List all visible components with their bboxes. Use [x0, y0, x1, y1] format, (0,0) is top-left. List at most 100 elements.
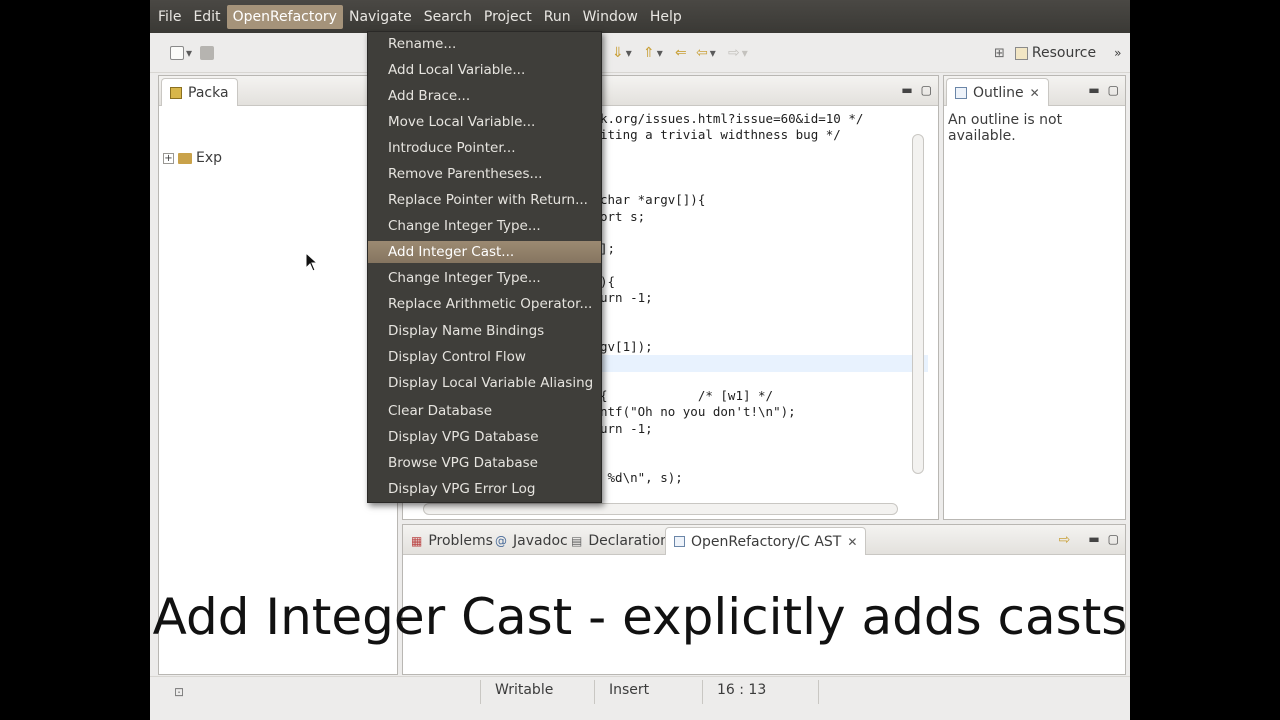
outline-tab-label: Outline	[973, 84, 1024, 101]
tab-label: Javadoc	[513, 533, 568, 549]
expand-icon[interactable]: +	[163, 152, 174, 164]
menu-help[interactable]: Help	[644, 5, 688, 29]
menu-item-browse-vpg-database[interactable]: Browse VPG Database	[368, 452, 601, 474]
at-icon: @	[495, 534, 507, 548]
menu-item-display-vpg-database[interactable]: Display VPG Database	[368, 426, 601, 448]
tree-item-label: Exp	[196, 150, 223, 166]
resource-perspective-button[interactable]: ⊞ Resource »	[994, 41, 1121, 65]
menu-item-move-local-variable[interactable]: Move Local Variable...	[368, 111, 601, 133]
horizontal-scrollbar[interactable]	[423, 503, 898, 515]
status-cursor-position: 16 : 13	[717, 682, 767, 698]
minimize-icon[interactable]: ▬	[901, 83, 912, 97]
menu-item-add-brace[interactable]: Add Brace...	[368, 85, 601, 107]
status-bar: ⊡ Writable Insert 16 : 13	[150, 676, 1130, 706]
tab-openrefactory-ast[interactable]: OpenRefactory/C AST ✕	[665, 527, 867, 555]
new-wizard-button[interactable]: ▾	[170, 44, 192, 62]
menu-item-add-local-variable[interactable]: Add Local Variable...	[368, 59, 601, 81]
status-separator	[594, 680, 595, 704]
tab-package-explorer[interactable]: Packa	[161, 78, 238, 106]
outline-message: An outline is not available.	[948, 112, 1063, 144]
forward-button[interactable]: ⇨ ▾	[728, 44, 748, 62]
dropdown-arrow-icon: ▾	[741, 46, 748, 60]
dropdown-arrow-icon: ▾	[709, 46, 716, 60]
ast-icon	[674, 536, 685, 547]
back-button[interactable]: ⇦ ▾	[696, 44, 716, 62]
menu-item-display-name-bindings[interactable]: Display Name Bindings	[368, 320, 601, 342]
prev-annotation-icon: ⇑	[643, 45, 655, 61]
last-edit-button[interactable]: ⇐	[675, 44, 687, 62]
menu-item-change-integer-type[interactable]: Change Integer Type...	[368, 267, 601, 289]
video-caption: Add Integer Cast - explicitly adds casts	[152, 588, 1128, 646]
outline-header: Outline ✕ ▬ ▢	[944, 76, 1125, 106]
back-arrow-icon: ⇦	[696, 45, 708, 61]
package-explorer-header: Packa	[159, 76, 397, 106]
status-writable: Writable	[495, 682, 554, 698]
menu-item-clear-database[interactable]: Clear Database	[368, 400, 601, 422]
package-explorer-tab-label: Packa	[188, 84, 229, 101]
resource-perspective-icon	[1014, 46, 1028, 60]
tab-label: Declaration	[588, 533, 670, 549]
save-button[interactable]	[200, 44, 214, 62]
close-icon[interactable]: ✕	[847, 535, 857, 549]
status-insert-mode: Insert	[609, 682, 650, 698]
dropdown-arrow-icon: ▾	[625, 46, 632, 60]
menu-item-introduce-pointer[interactable]: Introduce Pointer...	[368, 137, 601, 159]
tab-label: Problems	[428, 533, 493, 549]
package-icon	[170, 86, 182, 99]
vertical-scrollbar[interactable]	[912, 114, 924, 489]
bottom-views-header: ▦ Problems @ Javadoc ▤ Declaration OpenR…	[403, 525, 1125, 555]
next-annotation-icon: ⇓	[612, 45, 624, 61]
status-separator	[702, 680, 703, 704]
openrefactory-menu: Rename... Add Local Variable... Add Brace.…	[367, 31, 602, 503]
maximize-icon[interactable]: ▢	[1108, 532, 1119, 548]
dropdown-arrow-icon: ▾	[656, 46, 663, 60]
problems-icon: ▦	[411, 534, 423, 548]
maximize-icon[interactable]: ▢	[921, 83, 932, 97]
save-icon	[200, 46, 214, 60]
status-separator	[480, 680, 481, 704]
fast-view-icon[interactable]: ⊡	[174, 685, 184, 699]
open-perspective-icon: ⊞	[994, 45, 1005, 61]
menu-openrefactory[interactable]: OpenRefactory	[226, 4, 343, 29]
menu-item-change-integer-type[interactable]: Change Integer Type...	[368, 215, 601, 237]
menu-item-display-vpg-error-log[interactable]: Display VPG Error Log	[368, 478, 601, 500]
more-perspectives-icon[interactable]: »	[1114, 46, 1121, 60]
mouse-cursor-icon	[305, 252, 319, 272]
forward-arrow-icon[interactable]: ⇨	[1059, 532, 1071, 548]
menu-item-display-local-variable-aliasing[interactable]: Display Local Variable Aliasing	[368, 372, 601, 394]
outline-icon	[955, 86, 967, 99]
menu-run[interactable]: Run	[538, 5, 577, 29]
dropdown-arrow-icon: ▾	[186, 46, 193, 60]
menu-item-add-integer-cast[interactable]: Add Integer Cast...	[368, 241, 601, 263]
editor-window-controls: ▬ ▢	[901, 83, 932, 97]
menu-item-remove-parentheses[interactable]: Remove Parentheses...	[368, 163, 601, 185]
outline-panel: Outline ✕ ▬ ▢ An outline is not availabl…	[943, 75, 1126, 520]
scrollbar-thumb[interactable]	[912, 134, 924, 474]
outline-window-controls: ▬ ▢	[1088, 83, 1119, 97]
prev-annotation-button[interactable]: ⇑ ▾	[643, 44, 663, 62]
menu-window[interactable]: Window	[577, 5, 644, 29]
next-annotation-button[interactable]: ⇓ ▾	[612, 44, 632, 62]
folder-icon	[178, 152, 192, 164]
menu-navigate[interactable]: Navigate	[343, 5, 418, 29]
menubar: File Edit OpenRefactory Navigate Search …	[150, 0, 1130, 33]
status-separator	[818, 680, 819, 704]
minimize-icon[interactable]: ▬	[1088, 532, 1099, 548]
menu-item-replace-pointer-with-return[interactable]: Replace Pointer with Return...	[368, 189, 601, 211]
menu-file[interactable]: File	[152, 5, 187, 29]
forward-arrow-icon: ⇨	[728, 45, 740, 61]
maximize-icon[interactable]: ▢	[1108, 83, 1119, 97]
menu-item-display-control-flow[interactable]: Display Control Flow	[368, 346, 601, 368]
package-explorer-panel: Packa + Exp	[158, 75, 398, 675]
menu-item-rename[interactable]: Rename...	[368, 33, 601, 55]
menu-edit[interactable]: Edit	[187, 5, 226, 29]
close-icon[interactable]: ✕	[1030, 86, 1040, 100]
tab-outline[interactable]: Outline ✕	[946, 78, 1049, 106]
tab-declaration[interactable]: ▤ Declaration	[563, 527, 677, 555]
menu-project[interactable]: Project	[478, 5, 538, 29]
minimize-icon[interactable]: ▬	[1088, 83, 1099, 97]
menu-item-replace-arithmetic-operator[interactable]: Replace Arithmetic Operator...	[368, 293, 601, 315]
resource-perspective-label: Resource	[1031, 45, 1097, 61]
menu-search[interactable]: Search	[418, 5, 478, 29]
tree-row[interactable]: + Exp	[163, 150, 222, 166]
